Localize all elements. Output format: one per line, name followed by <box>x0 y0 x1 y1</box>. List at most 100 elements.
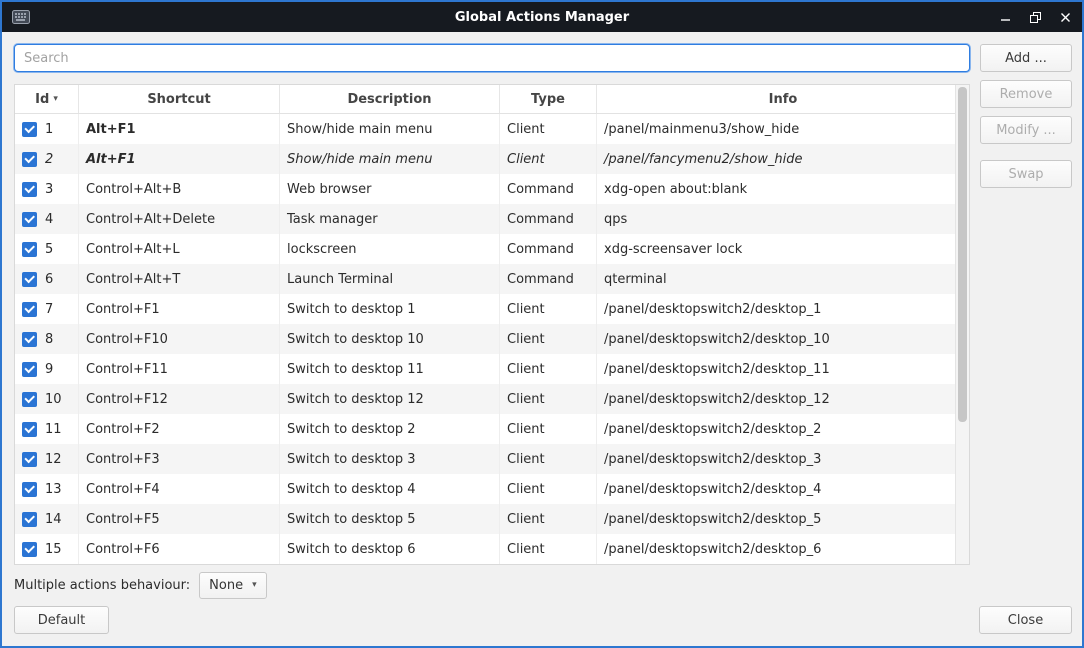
table-row[interactable]: 4 Control+Alt+Delete Task manager Comman… <box>15 204 955 234</box>
table-row[interactable]: 9 Control+F11 Switch to desktop 11 Clien… <box>15 354 955 384</box>
row-info: /panel/desktopswitch2/desktop_5 <box>597 504 955 534</box>
enabled-checkbox[interactable] <box>22 332 37 347</box>
table-row[interactable]: 15 Control+F6 Switch to desktop 6 Client… <box>15 534 955 564</box>
row-id: 4 <box>45 212 53 227</box>
id-cell: 11 <box>15 414 79 444</box>
id-cell: 13 <box>15 474 79 504</box>
minimize-icon[interactable] <box>998 10 1012 24</box>
enabled-checkbox[interactable] <box>22 512 37 527</box>
sort-descending-icon: ▾ <box>53 94 58 104</box>
row-description: lockscreen <box>280 234 500 264</box>
column-header-id[interactable]: Id ▾ <box>15 85 79 113</box>
id-cell: 10 <box>15 384 79 414</box>
row-info: /panel/desktopswitch2/desktop_4 <box>597 474 955 504</box>
row-id: 11 <box>45 422 62 437</box>
row-id: 8 <box>45 332 53 347</box>
row-type: Client <box>500 504 597 534</box>
row-info: /panel/desktopswitch2/desktop_12 <box>597 384 955 414</box>
row-id: 9 <box>45 362 53 377</box>
id-cell: 7 <box>15 294 79 324</box>
enabled-checkbox[interactable] <box>22 422 37 437</box>
column-header-type[interactable]: Type <box>500 85 597 113</box>
table-row[interactable]: 10 Control+F12 Switch to desktop 12 Clie… <box>15 384 955 414</box>
table-body: 1 Alt+F1 Show/hide main menu Client /pan… <box>15 114 955 564</box>
table-scrollbar[interactable] <box>955 85 969 564</box>
column-header-shortcut[interactable]: Shortcut <box>79 85 280 113</box>
row-type: Command <box>500 204 597 234</box>
enabled-checkbox[interactable] <box>22 272 37 287</box>
enabled-checkbox[interactable] <box>22 542 37 557</box>
row-type: Client <box>500 354 597 384</box>
column-header-info[interactable]: Info <box>597 85 969 113</box>
row-info: xdg-open about:blank <box>597 174 955 204</box>
table-row[interactable]: 14 Control+F5 Switch to desktop 5 Client… <box>15 504 955 534</box>
remove-button[interactable]: Remove <box>980 80 1072 108</box>
swap-button[interactable]: Swap <box>980 160 1072 188</box>
row-info: qps <box>597 204 955 234</box>
table-row[interactable]: 3 Control+Alt+B Web browser Command xdg-… <box>15 174 955 204</box>
search-input[interactable] <box>14 44 970 72</box>
table-row[interactable]: 8 Control+F10 Switch to desktop 10 Clien… <box>15 324 955 354</box>
row-id: 15 <box>45 542 62 557</box>
id-cell: 3 <box>15 174 79 204</box>
enabled-checkbox[interactable] <box>22 212 37 227</box>
multiple-actions-row: Multiple actions behaviour: None ▾ <box>14 571 267 599</box>
table-row[interactable]: 7 Control+F1 Switch to desktop 1 Client … <box>15 294 955 324</box>
row-shortcut: Control+Alt+T <box>79 264 280 294</box>
table-row[interactable]: 12 Control+F3 Switch to desktop 3 Client… <box>15 444 955 474</box>
close-button[interactable]: Close <box>979 606 1072 634</box>
row-shortcut: Control+Alt+Delete <box>79 204 280 234</box>
row-shortcut: Control+F5 <box>79 504 280 534</box>
multiple-actions-select[interactable]: None ▾ <box>199 572 266 599</box>
row-shortcut: Control+F2 <box>79 414 280 444</box>
id-cell: 8 <box>15 324 79 354</box>
enabled-checkbox[interactable] <box>22 152 37 167</box>
enabled-checkbox[interactable] <box>22 302 37 317</box>
row-type: Command <box>500 264 597 294</box>
row-info: qterminal <box>597 264 955 294</box>
column-header-description[interactable]: Description <box>280 85 500 113</box>
row-type: Client <box>500 444 597 474</box>
id-cell: 14 <box>15 504 79 534</box>
row-id: 13 <box>45 482 62 497</box>
row-type: Client <box>500 294 597 324</box>
id-cell: 4 <box>15 204 79 234</box>
default-button[interactable]: Default <box>14 606 109 634</box>
row-id: 6 <box>45 272 53 287</box>
row-shortcut: Control+F3 <box>79 444 280 474</box>
table-row[interactable]: 2 Alt+F1 Show/hide main menu Client /pan… <box>15 144 955 174</box>
id-cell: 2 <box>15 144 79 174</box>
enabled-checkbox[interactable] <box>22 482 37 497</box>
global-actions-manager-window: Global Actions Manager Add ... Remove Mo… <box>0 0 1084 648</box>
table-row[interactable]: 13 Control+F4 Switch to desktop 4 Client… <box>15 474 955 504</box>
restore-icon[interactable] <box>1028 10 1042 24</box>
enabled-checkbox[interactable] <box>22 362 37 377</box>
enabled-checkbox[interactable] <box>22 392 37 407</box>
enabled-checkbox[interactable] <box>22 182 37 197</box>
scrollbar-thumb[interactable] <box>958 87 967 422</box>
modify-button[interactable]: Modify ... <box>980 116 1072 144</box>
id-cell: 6 <box>15 264 79 294</box>
row-type: Client <box>500 414 597 444</box>
add-button[interactable]: Add ... <box>980 44 1072 72</box>
enabled-checkbox[interactable] <box>22 242 37 257</box>
row-info: /panel/fancymenu2/show_hide <box>597 144 955 174</box>
table-row[interactable]: 11 Control+F2 Switch to desktop 2 Client… <box>15 414 955 444</box>
chevron-down-icon: ▾ <box>252 580 257 590</box>
enabled-checkbox[interactable] <box>22 452 37 467</box>
row-info: /panel/desktopswitch2/desktop_11 <box>597 354 955 384</box>
table-row[interactable]: 5 Control+Alt+L lockscreen Command xdg-s… <box>15 234 955 264</box>
window-title: Global Actions Manager <box>2 10 1082 25</box>
row-shortcut: Control+F6 <box>79 534 280 564</box>
close-icon[interactable] <box>1058 10 1072 24</box>
enabled-checkbox[interactable] <box>22 122 37 137</box>
row-id: 14 <box>45 512 62 527</box>
window-controls <box>998 10 1072 24</box>
id-cell: 9 <box>15 354 79 384</box>
table-row[interactable]: 6 Control+Alt+T Launch Terminal Command … <box>15 264 955 294</box>
table-row[interactable]: 1 Alt+F1 Show/hide main menu Client /pan… <box>15 114 955 144</box>
row-description: Switch to desktop 10 <box>280 324 500 354</box>
row-info: /panel/desktopswitch2/desktop_6 <box>597 534 955 564</box>
shortcuts-table: Id ▾ Shortcut Description Type Info 1 Al… <box>14 84 970 565</box>
id-cell: 12 <box>15 444 79 474</box>
